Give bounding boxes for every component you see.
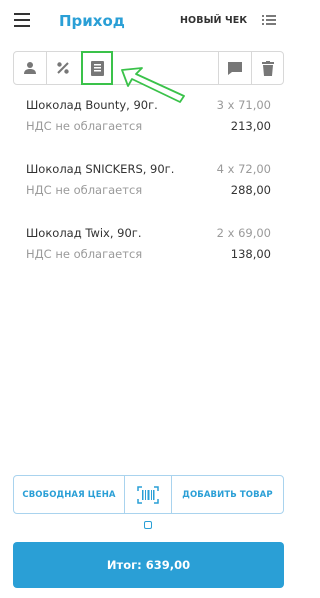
document-icon	[90, 60, 104, 76]
item-name: Шоколад SNICKERS, 90г.	[26, 162, 175, 176]
item-name: Шоколад Twix, 90г.	[26, 226, 142, 240]
barcode-scanner-icon	[137, 485, 159, 504]
chat-icon	[228, 61, 242, 75]
user-icon	[24, 62, 36, 74]
drag-handle[interactable]	[144, 521, 152, 529]
free-price-button[interactable]: СВОБОДНАЯ ЦЕНА	[14, 476, 125, 513]
page-title: Приход	[59, 12, 125, 30]
item-quantity: 4 х 72,00	[216, 162, 271, 176]
item-sum: 288,00	[230, 183, 271, 197]
item-sum: 213,00	[230, 119, 271, 133]
item-quantity: 3 х 71,00	[216, 98, 271, 112]
item-vat: НДС не облагается	[26, 183, 143, 197]
item-vat: НДС не облагается	[26, 119, 143, 133]
delete-button[interactable]	[251, 52, 284, 84]
list-item[interactable]: Шоколад Twix, 90г. 2 х 69,00 НДС не обла…	[26, 226, 271, 266]
item-sum: 138,00	[230, 247, 271, 261]
bottom-action-bar: СВОБОДНАЯ ЦЕНА ДОБАВИТЬ ТОВАР	[13, 475, 284, 514]
trash-icon	[262, 60, 274, 76]
discount-button[interactable]	[47, 52, 79, 84]
total-pay-button[interactable]: Итог: 639,00	[13, 542, 284, 588]
item-vat: НДС не облагается	[26, 247, 143, 261]
list-item[interactable]: Шоколад Bounty, 90г. 3 х 71,00 НДС не об…	[26, 98, 271, 138]
add-item-button[interactable]: ДОБАВИТЬ ТОВАР	[172, 476, 283, 513]
item-quantity: 2 х 69,00	[216, 226, 271, 240]
list-icon[interactable]	[262, 15, 278, 27]
hamburger-menu-icon[interactable]	[14, 13, 32, 29]
comment-button[interactable]	[218, 52, 251, 84]
scan-barcode-button[interactable]	[125, 476, 172, 513]
item-name: Шоколад Bounty, 90г.	[26, 98, 158, 112]
new-check-button[interactable]: НОВЫЙ ЧЕК	[180, 15, 247, 26]
percent-icon	[57, 62, 69, 74]
top-bar: Приход НОВЫЙ ЧЕК	[0, 0, 297, 44]
list-item[interactable]: Шоколад SNICKERS, 90г. 4 х 72,00 НДС не …	[26, 162, 271, 202]
receipt-details-button[interactable]	[81, 51, 113, 85]
customer-button[interactable]	[14, 52, 47, 84]
